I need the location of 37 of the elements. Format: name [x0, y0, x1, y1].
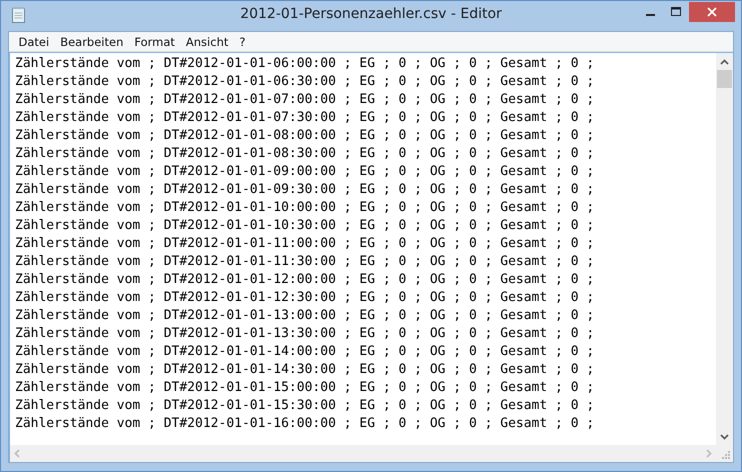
text-line: Zählerstände vom ; DT#2012-01-01-14:30:00 ; EG ; 0 ; OG ; 0 ; Gesamt ; 0 ;: [15, 361, 596, 379]
close-button[interactable]: [689, 2, 735, 22]
scroll-thumb[interactable]: [717, 70, 732, 88]
scroll-up-icon[interactable]: [720, 58, 729, 64]
menu-item[interactable]: Ansicht: [180, 34, 234, 48]
text-line: Zählerstände vom ; DT#2012-01-01-10:30:00 ; EG ; 0 ; OG ; 0 ; Gesamt ; 0 ;: [15, 217, 596, 235]
minimize-icon: [646, 14, 654, 16]
menu-item[interactable]: Bearbeiten: [54, 34, 129, 48]
close-icon: [707, 6, 717, 16]
text-line: Zählerstände vom ; DT#2012-01-01-08:00:00 ; EG ; 0 ; OG ; 0 ; Gesamt ; 0 ;: [15, 127, 596, 145]
maximize-icon: [670, 6, 682, 16]
notepad-icon: [11, 6, 27, 24]
text-line: Zählerstände vom ; DT#2012-01-01-09:00:00 ; EG ; 0 ; OG ; 0 ; Gesamt ; 0 ;: [15, 163, 596, 181]
text-line: Zählerstände vom ; DT#2012-01-01-14:00:00 ; EG ; 0 ; OG ; 0 ; Gesamt ; 0 ;: [15, 343, 596, 361]
text-editor[interactable]: [10, 53, 716, 445]
text-line: Zählerstände vom ; DT#2012-01-01-13:30:00 ; EG ; 0 ; OG ; 0 ; Gesamt ; 0 ;: [15, 325, 596, 343]
text-line: Zählerstände vom ; DT#2012-01-01-12:00:00 ; EG ; 0 ; OG ; 0 ; Gesamt ; 0 ;: [15, 271, 596, 289]
text-line: Zählerstände vom ; DT#2012-01-01-11:30:00 ; EG ; 0 ; OG ; 0 ; Gesamt ; 0 ;: [15, 253, 596, 271]
text-line: Zählerstände vom ; DT#2012-01-01-15:00:00 ; EG ; 0 ; OG ; 0 ; Gesamt ; 0 ;: [15, 379, 596, 397]
text-line: Zählerstände vom ; DT#2012-01-01-06:00:00 ; EG ; 0 ; OG ; 0 ; Gesamt ; 0 ;: [15, 55, 596, 73]
text-line: Zählerstände vom ; DT#2012-01-01-15:30:00 ; EG ; 0 ; OG ; 0 ; Gesamt ; 0 ;: [15, 397, 596, 415]
text-line: Zählerstände vom ; DT#2012-01-01-13:00:00 ; EG ; 0 ; OG ; 0 ; Gesamt ; 0 ;: [15, 307, 596, 325]
text-line: Zählerstände vom ; DT#2012-01-01-09:30:00 ; EG ; 0 ; OG ; 0 ; Gesamt ; 0 ;: [15, 181, 596, 199]
menu-item[interactable]: Datei: [13, 34, 55, 48]
text-line: Zählerstände vom ; DT#2012-01-01-12:30:00 ; EG ; 0 ; OG ; 0 ; Gesamt ; 0 ;: [15, 289, 596, 307]
scroll-down-icon[interactable]: [720, 434, 729, 440]
text-line: Zählerstände vom ; DT#2012-01-01-16:00:00 ; EG ; 0 ; OG ; 0 ; Gesamt ; 0 ;: [15, 415, 596, 433]
text-line: Zählerstände vom ; DT#2012-01-01-07:00:00 ; EG ; 0 ; OG ; 0 ; Gesamt ; 0 ;: [15, 91, 596, 109]
window-title: 2012-01-Personenzaehler.csv - Editor: [240, 6, 502, 22]
resize-grip-icon[interactable]: [721, 450, 731, 460]
menu-item[interactable]: ?: [234, 34, 251, 48]
text-line: Zählerstände vom ; DT#2012-01-01-06:30:00 ; EG ; 0 ; OG ; 0 ; Gesamt ; 0 ;: [15, 73, 596, 91]
menu-item[interactable]: Format: [128, 34, 180, 48]
text-line: Zählerstände vom ; DT#2012-01-01-08:30:00 ; EG ; 0 ; OG ; 0 ; Gesamt ; 0 ;: [15, 145, 596, 163]
text-line: Zählerstände vom ; DT#2012-01-01-11:00:00 ; EG ; 0 ; OG ; 0 ; Gesamt ; 0 ;: [15, 235, 596, 253]
text-line: Zählerstände vom ; DT#2012-01-01-10:00:00 ; EG ; 0 ; OG ; 0 ; Gesamt ; 0 ;: [15, 199, 596, 217]
text-line: Zählerstände vom ; DT#2012-01-01-07:30:00 ; EG ; 0 ; OG ; 0 ; Gesamt ; 0 ;: [15, 109, 596, 127]
